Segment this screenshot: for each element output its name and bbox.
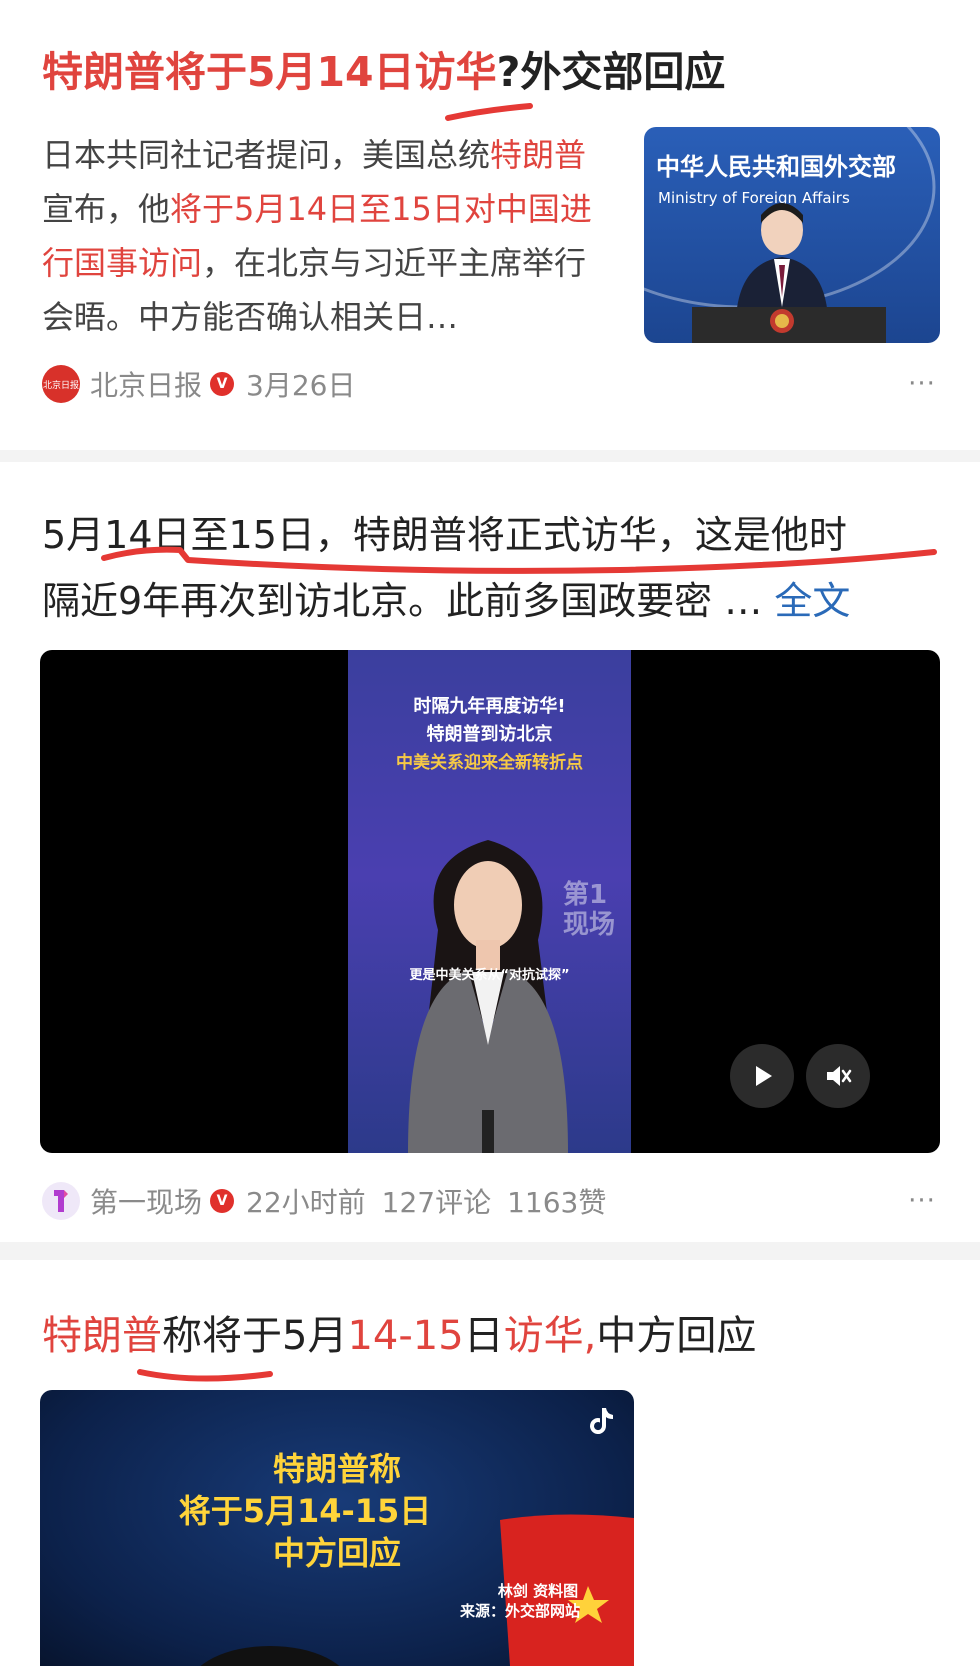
card1-meta: 北京日报 北京日报 V 3月26日 ··· (42, 364, 942, 404)
hand-drawn-underline (445, 103, 533, 121)
svg-text:中方回应: 中方回应 (273, 1534, 401, 1572)
card3-title[interactable]: 特朗普称将于5月14-15日访华,中方回应 (42, 1308, 942, 1364)
card1-thumbnail[interactable]: 中华人民共和国外交部 Ministry of Foreign Affairs (644, 127, 940, 343)
video-subtitle: 更是中美关系从“对抗试探” (409, 968, 570, 983)
card-separator (0, 450, 980, 462)
first-scene-avatar[interactable] (42, 1182, 80, 1220)
card1-title[interactable]: 特朗普将于5月14日访华?外交部回应 (42, 44, 942, 100)
card2-meta: 第一现场 V 22小时前 127评论 1163赞 ··· (42, 1181, 942, 1221)
svg-text:特朗普称: 特朗普称 (273, 1450, 401, 1488)
source-name[interactable]: 第一现场 (90, 1181, 202, 1221)
news-card-1[interactable]: 特朗普将于5月14日访华?外交部回应 日本共同社记者提问，美国总统特朗普宣布，他… (0, 0, 980, 450)
full-text-link[interactable]: 全文 (774, 579, 850, 623)
press-conference-image: 中华人民共和国外交部 Ministry of Foreign Affairs (644, 127, 936, 343)
video-player[interactable]: 时隔九年再度访华! 特朗普到访北京 中美关系迎来全新转折点 第1现场 更是中美关… (40, 650, 940, 1153)
svg-text:Ministry of Foreign Affairs: Ministry of Foreign Affairs (658, 189, 850, 207)
video-frame: 时隔九年再度访华! 特朗普到访北京 中美关系迎来全新转折点 第1现场 更是中美关… (348, 650, 631, 1153)
mute-button[interactable] (806, 1044, 870, 1108)
play-button[interactable] (730, 1044, 794, 1108)
card1-snippet: 日本共同社记者提问，美国总统特朗普宣布，他将于5月14日至15日对中国进行国事访… (42, 136, 592, 336)
play-icon (756, 1066, 772, 1086)
card-separator (0, 1242, 980, 1260)
verified-icon: V (210, 372, 235, 396)
comment-count[interactable]: 127评论 (382, 1181, 491, 1221)
card3-video-thumbnail[interactable]: 特朗普称 将于5月14-15日 中方回应 林剑 资料图 来源：外交部网站 (40, 1390, 634, 1666)
source-name[interactable]: 北京日报 (90, 364, 202, 404)
svg-text:将于5月14-15日: 将于5月14-15日 (179, 1492, 432, 1530)
more-options-icon[interactable]: ··· (902, 364, 942, 404)
douyin-logo-icon (590, 1408, 613, 1435)
more-options-icon[interactable]: ··· (902, 1181, 942, 1221)
video-cover-image: 特朗普称 将于5月14-15日 中方回应 林剑 资料图 来源：外交部网站 (179, 1450, 634, 1666)
news-card-3[interactable]: 特朗普称将于5月14-15日访华,中方回应 特朗普称 将于5月14-15日 中方… (0, 1260, 980, 1666)
like-count[interactable]: 1163赞 (507, 1181, 606, 1221)
hand-drawn-underline (137, 1369, 273, 1382)
publish-date: 3月26日 (246, 369, 356, 402)
publish-time: 22小时前 (246, 1186, 366, 1219)
first-scene-logo-icon (54, 1190, 68, 1212)
svg-text:林剑 资料图: 林剑 资料图 (498, 1582, 578, 1600)
svg-text:中华人民共和国外交部: 中华人民共和国外交部 (656, 153, 896, 181)
svg-text:来源：外交部网站: 来源：外交部网站 (459, 1602, 580, 1620)
verified-icon: V (210, 1189, 235, 1213)
news-anchor-image (408, 840, 568, 1153)
beijing-daily-avatar[interactable]: 北京日报 (42, 365, 80, 403)
muted-speaker-icon (827, 1066, 852, 1086)
news-card-2[interactable]: 5月14日至15日，特朗普将正式访华，这是他时 隔近9年再次到访北京。此前多国政… (0, 462, 980, 1242)
card2-text[interactable]: 5月14日至15日，特朗普将正式访华，这是他时 隔近9年再次到访北京。此前多国政… (42, 502, 942, 634)
